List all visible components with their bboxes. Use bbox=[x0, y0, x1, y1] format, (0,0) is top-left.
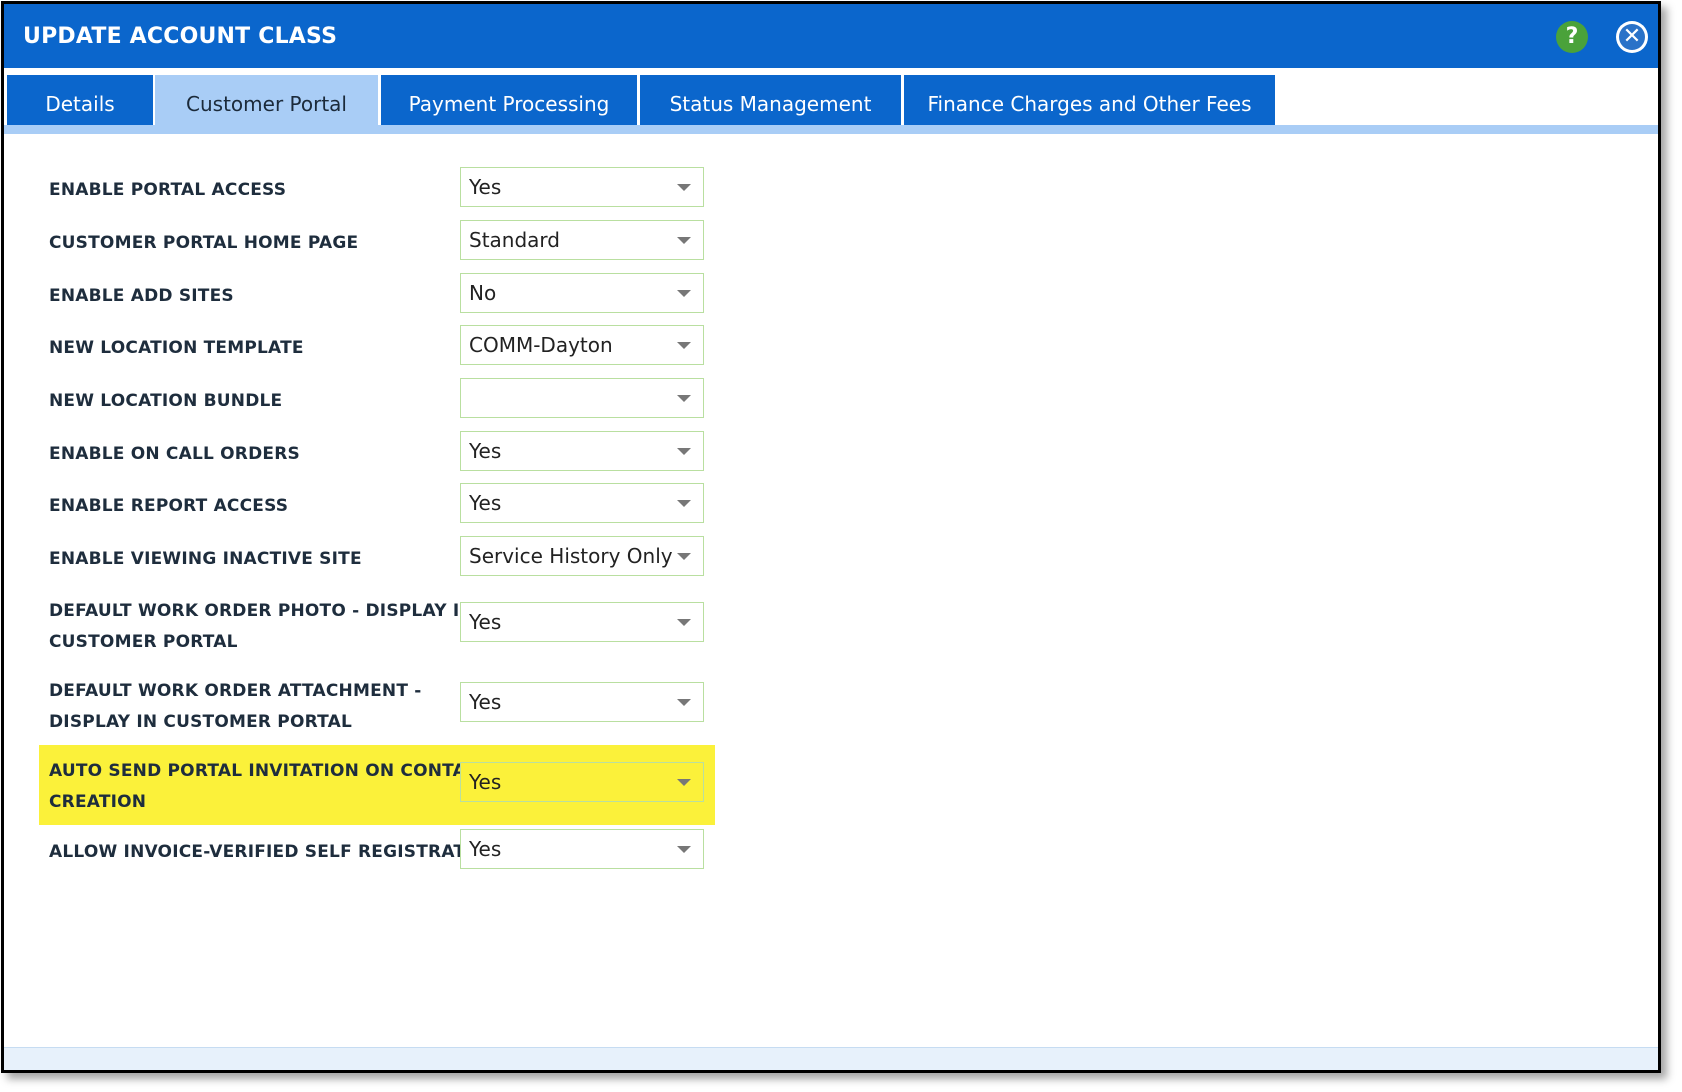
new-location-bundle-select[interactable] bbox=[460, 378, 704, 418]
default-work-order-photo-select[interactable]: Yes bbox=[460, 602, 704, 642]
auto-send-portal-invitation-select[interactable]: Yes bbox=[460, 762, 704, 802]
chevron-down-icon bbox=[677, 342, 691, 349]
chevron-down-icon bbox=[677, 500, 691, 507]
default-work-order-attachment-select[interactable]: Yes bbox=[460, 682, 704, 722]
tab-customer-portal[interactable]: Customer Portal bbox=[155, 75, 378, 134]
field-label-enable-on-call-orders: ENABLE ON CALL ORDERS bbox=[49, 444, 300, 464]
label-line: AUTO SEND PORTAL INVITATION ON CONTACT bbox=[49, 761, 491, 781]
tab-finance-charges[interactable]: Finance Charges and Other Fees bbox=[904, 75, 1275, 132]
enable-portal-access-select[interactable]: Yes bbox=[460, 167, 704, 207]
field-label-enable-portal-access: ENABLE PORTAL ACCESS bbox=[49, 180, 287, 200]
dialog-title: UPDATE ACCOUNT CLASS bbox=[23, 24, 338, 49]
chevron-down-icon bbox=[677, 395, 691, 402]
customer-portal-form: ENABLE PORTAL ACCESS Yes CUSTOMER PORTAL… bbox=[4, 134, 1658, 1070]
label-line: CREATION bbox=[49, 792, 147, 812]
customer-portal-home-page-select[interactable]: Standard bbox=[460, 220, 704, 260]
chevron-down-icon bbox=[677, 846, 691, 853]
dialog-titlebar: UPDATE ACCOUNT CLASS ? ✕ bbox=[4, 4, 1658, 68]
select-value: Yes bbox=[469, 491, 502, 515]
chevron-down-icon bbox=[677, 448, 691, 455]
select-value: Yes bbox=[469, 439, 502, 463]
close-icon-glyph: ✕ bbox=[1622, 24, 1642, 49]
field-label-default-work-order-attachment: DEFAULT WORK ORDER ATTACHMENT - DISPLAY … bbox=[49, 676, 422, 738]
select-value: COMM-Dayton bbox=[469, 333, 613, 357]
chevron-down-icon bbox=[677, 290, 691, 297]
label-line: DISPLAY IN CUSTOMER PORTAL bbox=[49, 712, 353, 732]
select-value: Yes bbox=[469, 770, 502, 794]
chevron-down-icon bbox=[677, 619, 691, 626]
field-label-auto-send-portal-invitation: AUTO SEND PORTAL INVITATION ON CONTACT C… bbox=[49, 756, 490, 818]
label-line: DEFAULT WORK ORDER PHOTO - DISPLAY IN bbox=[49, 601, 474, 621]
select-value: Yes bbox=[469, 610, 502, 634]
help-icon[interactable]: ? bbox=[1556, 21, 1588, 53]
select-value: Yes bbox=[469, 690, 502, 714]
chevron-down-icon bbox=[677, 699, 691, 706]
new-location-template-select[interactable]: COMM-Dayton bbox=[460, 325, 704, 365]
select-value: Standard bbox=[469, 228, 560, 252]
tab-details[interactable]: Details bbox=[7, 75, 153, 132]
dialog-footer bbox=[4, 1047, 1658, 1070]
field-label-enable-viewing-inactive-site: ENABLE VIEWING INACTIVE SITE bbox=[49, 549, 362, 569]
label-line: DEFAULT WORK ORDER ATTACHMENT - bbox=[49, 681, 422, 701]
select-value: Yes bbox=[469, 175, 502, 199]
tab-status-management[interactable]: Status Management bbox=[640, 75, 901, 132]
close-icon[interactable]: ✕ bbox=[1616, 21, 1648, 53]
enable-on-call-orders-select[interactable]: Yes bbox=[460, 431, 704, 471]
tab-payment-processing[interactable]: Payment Processing bbox=[381, 75, 637, 132]
select-value: Yes bbox=[469, 837, 502, 861]
field-label-new-location-bundle: NEW LOCATION BUNDLE bbox=[49, 391, 283, 411]
chevron-down-icon bbox=[677, 553, 691, 560]
select-value: No bbox=[469, 281, 497, 305]
field-label-customer-portal-home-page: CUSTOMER PORTAL HOME PAGE bbox=[49, 233, 359, 253]
select-value: Service History Only bbox=[469, 544, 673, 568]
label-line: CUSTOMER PORTAL bbox=[49, 632, 238, 652]
chevron-down-icon bbox=[677, 237, 691, 244]
field-label-enable-add-sites: ENABLE ADD SITES bbox=[49, 286, 234, 306]
enable-add-sites-select[interactable]: No bbox=[460, 273, 704, 313]
chevron-down-icon bbox=[677, 779, 691, 786]
field-label-default-work-order-photo: DEFAULT WORK ORDER PHOTO - DISPLAY IN CU… bbox=[49, 596, 474, 658]
chevron-down-icon bbox=[677, 184, 691, 191]
update-account-class-dialog: UPDATE ACCOUNT CLASS ? ✕ Details Custome… bbox=[1, 1, 1661, 1073]
allow-invoice-verified-self-registration-select[interactable]: Yes bbox=[460, 829, 704, 869]
field-label-new-location-template: NEW LOCATION TEMPLATE bbox=[49, 338, 304, 358]
field-label-enable-report-access: ENABLE REPORT ACCESS bbox=[49, 496, 289, 516]
enable-viewing-inactive-site-select[interactable]: Service History Only bbox=[460, 536, 704, 576]
field-label-allow-invoice-verified-self-registration: ALLOW INVOICE-VERIFIED SELF REGISTRATION bbox=[49, 842, 501, 862]
enable-report-access-select[interactable]: Yes bbox=[460, 483, 704, 523]
tab-bar: Details Customer Portal Payment Processi… bbox=[4, 68, 1658, 134]
